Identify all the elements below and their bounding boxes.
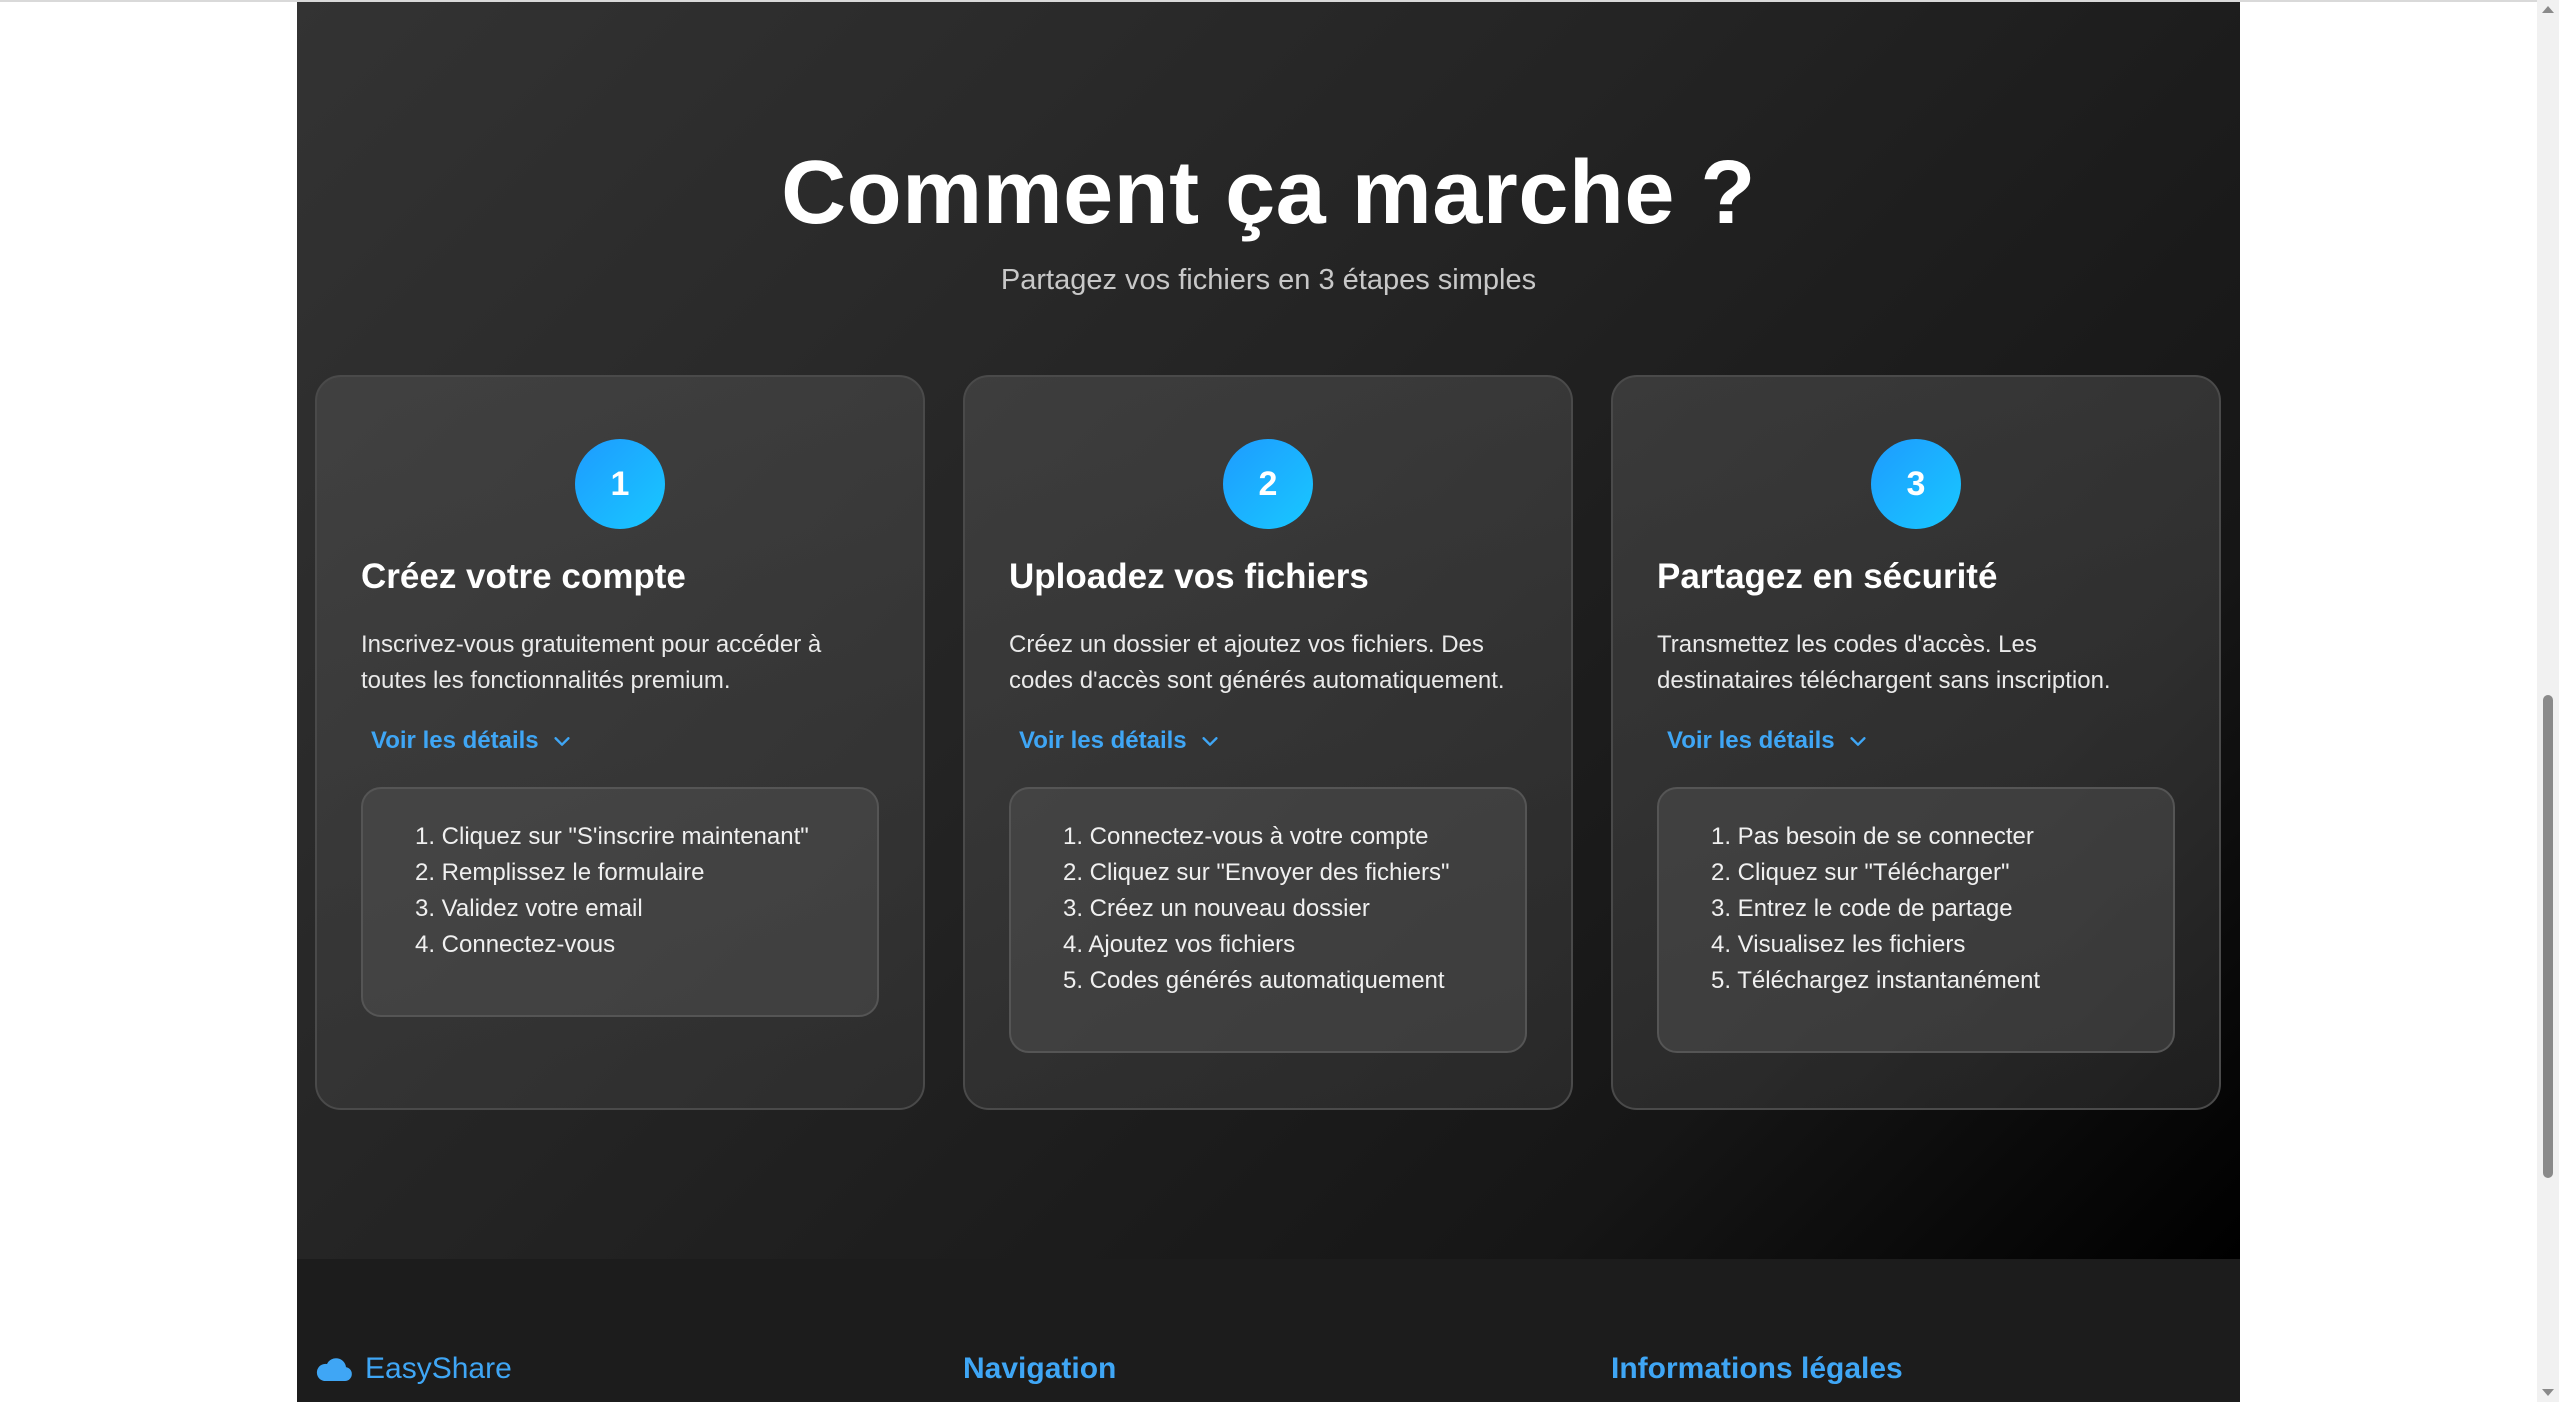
step-number-badge: 1 xyxy=(575,439,665,529)
details-panel: 1. Cliquez sur "S'inscrire maintenant" 2… xyxy=(361,787,879,1017)
chevron-down-icon xyxy=(1202,737,1218,746)
details-list-item: 1. Pas besoin de se connecter xyxy=(1711,823,2034,850)
details-panel: 1. Pas besoin de se connecter 2. Cliquez… xyxy=(1657,787,2175,1053)
details-list-item: 3. Entrez le code de partage xyxy=(1711,895,2013,922)
footer-brand-link[interactable]: EasyShare xyxy=(315,1352,512,1386)
step-title: Uploadez vos fichiers xyxy=(1009,557,1369,596)
details-list-item: 1. Cliquez sur "S'inscrire maintenant" xyxy=(415,823,809,850)
details-list-item: 5. Codes générés automatiquement xyxy=(1063,967,1445,994)
step-title: Créez votre compte xyxy=(361,557,686,596)
step-number-badge: 3 xyxy=(1871,439,1961,529)
details-toggle-label: Voir les détails xyxy=(1667,727,1835,754)
details-list-item: 3. Créez un nouveau dossier xyxy=(1063,895,1370,922)
scrollbar-thumb[interactable] xyxy=(2543,695,2553,1178)
details-list: 1. Cliquez sur "S'inscrire maintenant" 2… xyxy=(363,789,877,963)
cloud-icon xyxy=(316,1358,352,1381)
chevron-down-icon xyxy=(554,737,570,746)
step-card-2: 2 Uploadez vos fichiers Créez un dossier… xyxy=(963,375,1573,1110)
step-description: Inscrivez-vous gratuitement pour accéder… xyxy=(361,631,822,694)
details-list-item: 2. Remplissez le formulaire xyxy=(415,859,705,886)
footer-legal-heading: Informations légales xyxy=(1611,1352,1903,1385)
details-list-item: 3. Validez votre email xyxy=(415,895,643,922)
step-description: Transmettez les codes d'accès. Les desti… xyxy=(1657,631,2111,694)
details-toggle-label: Voir les détails xyxy=(371,727,539,754)
brand-name: EasyShare xyxy=(365,1352,512,1385)
step-number-badge: 2 xyxy=(1223,439,1313,529)
details-list: 1. Connectez-vous à votre compte 2. Cliq… xyxy=(1011,789,1525,999)
scroll-up-arrow-icon[interactable] xyxy=(2542,6,2554,13)
details-list-item: 5. Téléchargez instantanément xyxy=(1711,967,2041,994)
chevron-down-icon xyxy=(1850,737,1866,746)
vertical-scrollbar[interactable] xyxy=(2537,0,2559,1402)
details-list: 1. Pas besoin de se connecter 2. Cliquez… xyxy=(1659,789,2173,999)
details-list-item: 2. Cliquez sur "Envoyer des fichiers" xyxy=(1063,859,1450,886)
scroll-down-arrow-icon[interactable] xyxy=(2542,1389,2554,1396)
section-title: Comment ça marche ? xyxy=(781,143,1756,243)
page: Comment ça marche ? Partagez vos fichier… xyxy=(0,0,2559,1402)
details-toggle-button[interactable]: Voir les détails xyxy=(1019,727,1221,755)
details-panel: 1. Connectez-vous à votre compte 2. Cliq… xyxy=(1009,787,1527,1053)
details-list-item: 4. Connectez-vous xyxy=(415,931,616,958)
step-title: Partagez en sécurité xyxy=(1657,557,1998,596)
details-list-item: 2. Cliquez sur "Télécharger" xyxy=(1711,859,2010,886)
footer-navigation-heading: Navigation xyxy=(963,1352,1117,1385)
details-list-item: 4. Visualisez les fichiers xyxy=(1711,931,1966,958)
step-card-1: 1 Créez votre compte Inscrivez-vous grat… xyxy=(315,375,925,1110)
details-list-item: 1. Connectez-vous à votre compte xyxy=(1063,823,1429,850)
details-toggle-button[interactable]: Voir les détails xyxy=(371,727,573,755)
details-toggle-label: Voir les détails xyxy=(1019,727,1187,754)
section-subtitle: Partagez vos fichiers en 3 étapes simple… xyxy=(1000,264,1537,296)
details-toggle-button[interactable]: Voir les détails xyxy=(1667,727,1869,755)
step-card-3: 3 Partagez en sécurité Transmettez les c… xyxy=(1611,375,2221,1110)
site-footer: EasyShare Navigation Informations légale… xyxy=(297,1259,2240,1402)
details-list-item: 4. Ajoutez vos fichiers xyxy=(1063,931,1296,958)
step-description: Créez un dossier et ajoutez vos fichiers… xyxy=(1009,631,1505,694)
how-it-works-section: Comment ça marche ? Partagez vos fichier… xyxy=(297,2,2240,1259)
